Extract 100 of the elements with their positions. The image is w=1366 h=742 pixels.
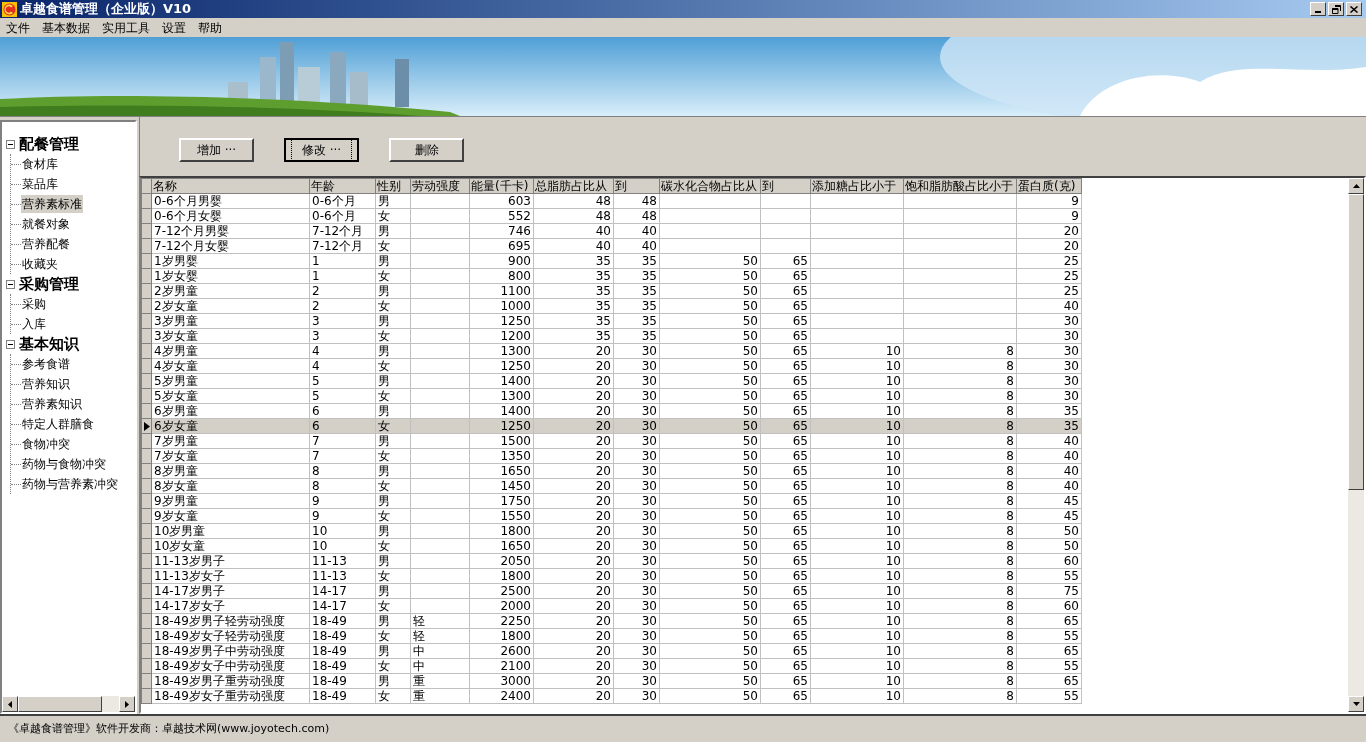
tree-item[interactable]: 营养知识 (21, 375, 71, 393)
table-cell: 60 (1016, 553, 1082, 569)
table-cell: 50 (659, 463, 761, 479)
table-cell: 48 (613, 193, 660, 209)
scroll-thumb[interactable] (18, 696, 102, 712)
column-header[interactable]: 饱和脂肪酸占比小于 (903, 178, 1017, 194)
tree-item[interactable]: 药物与营养素冲突 (21, 475, 119, 493)
scroll-left-button[interactable] (2, 696, 18, 712)
table-cell: 女 (375, 358, 411, 374)
table-cell: 7 (309, 448, 376, 464)
tree-item[interactable]: 食物冲突 (21, 435, 71, 453)
table-cell: 重 (410, 688, 470, 704)
table-cell: 65 (760, 508, 811, 524)
tree-item[interactable]: 特定人群膳食 (21, 415, 95, 433)
scroll-down-button[interactable] (1348, 696, 1364, 712)
vertical-scrollbar[interactable] (1348, 178, 1364, 712)
restore-button[interactable] (1328, 2, 1344, 16)
collapse-icon[interactable] (6, 279, 15, 289)
column-header[interactable]: 到 (613, 178, 660, 194)
tree-item[interactable]: 食材库 (21, 155, 59, 173)
table-cell: 1000 (469, 298, 534, 314)
column-header[interactable]: 碳水化合物占比从 (659, 178, 761, 194)
table-cell: 0-6个月 (309, 208, 376, 224)
table-cell: 10 (810, 553, 904, 569)
collapse-icon[interactable] (6, 339, 15, 349)
menu-item[interactable]: 基本数据 (38, 18, 94, 37)
table-cell: 55 (1016, 628, 1082, 644)
restore-icon (1331, 4, 1341, 14)
column-header[interactable]: 蛋白质(克) (1016, 178, 1082, 194)
column-header[interactable]: 劳动强度 (410, 178, 470, 194)
table-cell: 1650 (469, 463, 534, 479)
row-header[interactable] (141, 418, 152, 434)
table-cell: 14-17岁男子 (151, 583, 310, 599)
table-cell: 30 (1016, 313, 1082, 329)
table-cell: 65 (760, 658, 811, 674)
scroll-up-button[interactable] (1348, 178, 1364, 194)
table-cell: 50 (659, 553, 761, 569)
table-cell: 8 (903, 493, 1017, 509)
toolbar-button[interactable]: 删除 (389, 138, 464, 162)
minimize-button[interactable] (1310, 2, 1326, 16)
table-cell: 30 (613, 463, 660, 479)
table-cell: 8 (903, 598, 1017, 614)
tree-item[interactable]: 就餐对象 (21, 215, 71, 233)
column-header[interactable]: 到 (760, 178, 811, 194)
menu-item[interactable]: 实用工具 (98, 18, 154, 37)
toolbar-button[interactable]: 修改 ··· (284, 138, 359, 162)
scroll-right-button[interactable] (119, 696, 135, 712)
table-cell: 35 (533, 313, 614, 329)
tree-item[interactable]: 药物与食物冲突 (21, 455, 107, 473)
column-header[interactable]: 能量(千卡) (469, 178, 534, 194)
table-cell: 11-13岁女子 (151, 568, 310, 584)
table-cell: 50 (659, 253, 761, 269)
table-cell: 48 (613, 208, 660, 224)
table-cell: 695 (469, 238, 534, 254)
table-cell: 30 (1016, 328, 1082, 344)
toolbar-button[interactable]: 增加 ··· (179, 138, 254, 162)
table-cell: 40 (533, 223, 614, 239)
table-cell: 18-49 (309, 658, 376, 674)
column-header[interactable]: 性别 (375, 178, 411, 194)
table-cell: 7 (309, 433, 376, 449)
tree-item[interactable]: 菜品库 (21, 175, 59, 193)
column-header[interactable]: 总脂肪占比从 (533, 178, 614, 194)
column-header[interactable]: 年龄 (309, 178, 376, 194)
table-cell: 1800 (469, 568, 534, 584)
table-cell: 50 (659, 328, 761, 344)
table-cell: 10 (810, 658, 904, 674)
tree-item[interactable]: 收藏夹 (21, 255, 59, 273)
table-cell: 18-49岁男子轻劳动强度 (151, 613, 310, 629)
menu-item[interactable]: 设置 (158, 18, 190, 37)
table-cell: 20 (533, 373, 614, 389)
close-button[interactable] (1346, 2, 1362, 16)
tree-item[interactable]: 营养素标准 (21, 195, 83, 213)
menu-item[interactable]: 帮助 (194, 18, 226, 37)
table-cell: 35 (1016, 418, 1082, 434)
tree-item[interactable]: 参考食谱 (21, 355, 71, 373)
table-cell: 3000 (469, 673, 534, 689)
tree-group-label[interactable]: 配餐管理 (19, 132, 79, 156)
column-header[interactable]: 添加糖占比小于 (810, 178, 904, 194)
menu-item[interactable]: 文件 (2, 18, 34, 37)
tree-item[interactable]: 营养配餐 (21, 235, 71, 253)
table-cell: 50 (659, 628, 761, 644)
table-cell: 男 (375, 433, 411, 449)
collapse-icon[interactable] (6, 139, 15, 149)
column-header[interactable]: 名称 (151, 178, 310, 194)
tree-group-label[interactable]: 采购管理 (19, 272, 79, 296)
table-cell: 女 (375, 448, 411, 464)
table-cell: 6岁男童 (151, 403, 310, 419)
tree-item[interactable]: 采购 (21, 295, 47, 313)
scroll-thumb[interactable] (1348, 194, 1364, 490)
table-cell: 女 (375, 298, 411, 314)
table-cell: 10 (810, 373, 904, 389)
tree-item[interactable]: 营养素知识 (21, 395, 83, 413)
table-cell: 1350 (469, 448, 534, 464)
table-cell: 女 (375, 328, 411, 344)
tree-group-label[interactable]: 基本知识 (19, 332, 79, 356)
table-cell: 男 (375, 403, 411, 419)
tree-item[interactable]: 入库 (21, 315, 47, 333)
table-cell: 2000 (469, 598, 534, 614)
table-cell: 女 (375, 418, 411, 434)
horizontal-scrollbar[interactable] (2, 696, 135, 712)
